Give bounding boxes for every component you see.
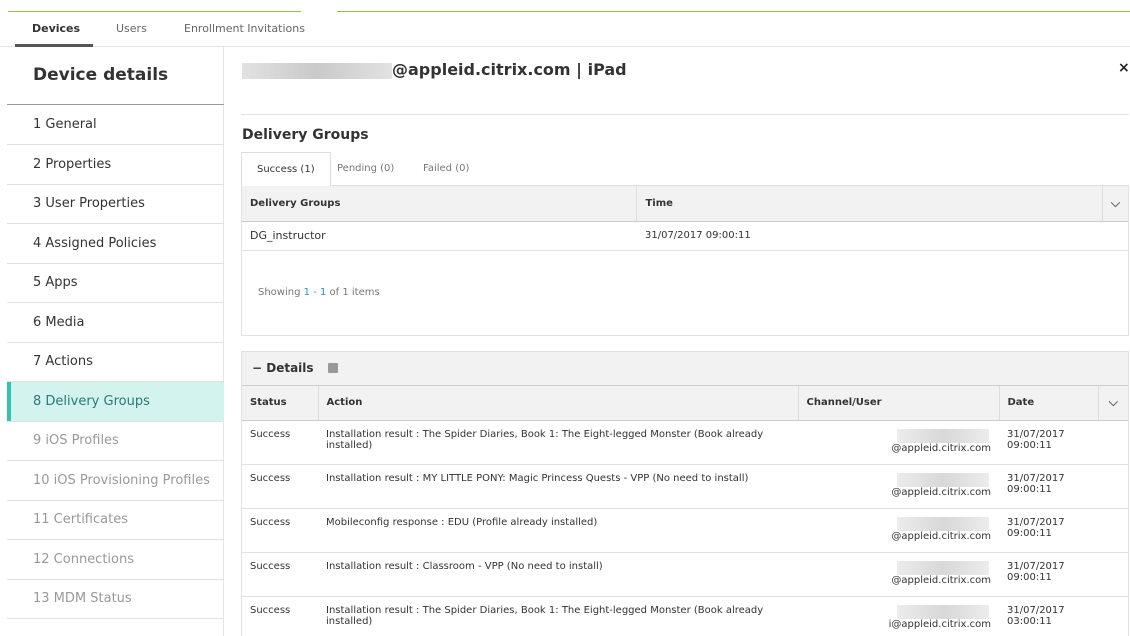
channel-user-text: @appleid.citrix.com: [891, 442, 991, 454]
detail-date: 31/07/2017 03:00:11: [999, 596, 1098, 636]
redacted-username: [897, 604, 989, 619]
sidebar-item[interactable]: 2 Properties: [7, 145, 224, 185]
column-header-time[interactable]: Time: [636, 186, 1103, 222]
delivery-group-name: DG_instructor: [242, 221, 637, 251]
detail-status: Success: [242, 596, 318, 636]
sidebar-item[interactable]: 5 Apps: [7, 263, 224, 303]
column-header-delivery-groups[interactable]: Delivery Groups: [242, 186, 638, 222]
sidebar-item[interactable]: 6 Media: [7, 303, 224, 343]
sidebar-item[interactable]: 9 iOS Profiles: [7, 421, 224, 461]
delivery-groups-table: Delivery Groups Time ⌵ DG_instructor 31/…: [242, 186, 1128, 251]
row-spacer: [1098, 508, 1128, 553]
detail-channel-user: @appleid.citrix.com: [798, 552, 999, 597]
detail-channel-user: @appleid.citrix.com: [798, 464, 999, 509]
detail-status: Success: [242, 552, 318, 597]
row-spacer: [1098, 596, 1128, 636]
column-header-action[interactable]: Action: [318, 386, 799, 421]
detail-action: Installation result : MY LITTLE PONY: Ma…: [318, 464, 798, 509]
delivery-groups-panel: Delivery Groups Time ⌵ DG_instructor 31/…: [241, 186, 1129, 336]
sidebar-item[interactable]: 10 iOS Provisioning Profiles: [7, 461, 224, 501]
detail-date: 31/07/2017 09:00:11: [999, 420, 1098, 465]
detail-date: 31/07/2017 09:00:11: [999, 552, 1098, 597]
delivery-status-tabs: Success (1) Pending (0) Failed (0): [241, 152, 1129, 187]
top-accent-line-left: [8, 11, 301, 12]
table-row[interactable]: Success Installation result : Classroom -…: [242, 552, 1128, 597]
header-divider: [241, 114, 1129, 115]
sidebar-item[interactable]: 12 Connections: [7, 540, 224, 580]
details-toggle[interactable]: − Details: [252, 361, 314, 375]
pagination-range[interactable]: 1 - 1: [304, 287, 327, 298]
table-row[interactable]: Success Installation result : The Spider …: [242, 596, 1128, 636]
detail-channel-user: @appleid.citrix.com: [798, 420, 999, 465]
chevron-down-icon[interactable]: ⌵: [1098, 386, 1128, 421]
detail-status: Success: [242, 420, 318, 465]
redacted-username: [897, 428, 989, 443]
tab-devices[interactable]: Devices: [32, 22, 80, 35]
pagination-info: Showing 1 - 1 of 1 items: [258, 287, 380, 298]
sidebar-item[interactable]: 1 General: [7, 105, 224, 145]
sidebar-item[interactable]: 8 Delivery Groups: [7, 381, 224, 422]
page-title-text: @appleid.citrix.com | iPad: [392, 60, 627, 79]
tab-pending[interactable]: Pending (0): [322, 152, 409, 186]
sidebar-item[interactable]: 7 Actions: [7, 342, 224, 382]
detail-action: Installation result : Classroom - VPP (N…: [318, 552, 798, 597]
detail-date: 31/07/2017 09:00:11: [999, 508, 1098, 553]
detail-channel-user: i@appleid.citrix.com: [798, 596, 999, 636]
page-title: @appleid.citrix.com | iPad: [242, 60, 627, 79]
close-icon[interactable]: ×: [1118, 60, 1130, 76]
sidebar-item[interactable]: 3 User Properties: [7, 184, 224, 224]
sidebar: Device details 1 General 2 Properties 3 Us…: [7, 47, 224, 636]
section-title: Delivery Groups: [242, 127, 369, 143]
sidebar-item[interactable]: 11 Certificates: [7, 500, 224, 540]
pagination-prefix: Showing: [258, 287, 304, 298]
chevron-down-icon[interactable]: ⌵: [1102, 186, 1128, 222]
detail-date: 31/07/2017 09:00:11: [999, 464, 1098, 509]
table-row[interactable]: DG_instructor 31/07/2017 09:00:11: [242, 221, 1128, 251]
redacted-username: [897, 516, 989, 531]
row-spacer: [1098, 420, 1128, 465]
top-accent-line: [337, 11, 1130, 12]
detail-action: Mobileconfig response : EDU (Profile alr…: [318, 508, 798, 553]
tab-enrollment-invitations[interactable]: Enrollment Invitations: [184, 22, 305, 35]
redacted-username: [242, 62, 392, 79]
sidebar-item[interactable]: 4 Assigned Policies: [7, 224, 224, 264]
sidebar-item[interactable]: 13 MDM Status: [7, 579, 224, 619]
channel-user-text: i@appleid.citrix.com: [888, 618, 991, 630]
table-row[interactable]: Success Mobileconfig response : EDU (Prof…: [242, 508, 1128, 553]
tab-failed[interactable]: Failed (0): [408, 152, 484, 186]
sidebar-title: Device details: [33, 65, 169, 85]
row-spacer: [1098, 464, 1128, 509]
row-spacer: [1102, 221, 1128, 251]
pagination-suffix: of 1 items: [326, 287, 380, 298]
details-settings-icon[interactable]: [328, 363, 338, 373]
channel-user-text: @appleid.citrix.com: [891, 486, 991, 498]
top-tabs: Devices Users Enrollment Invitations: [0, 18, 1130, 47]
details-header: − Details: [242, 352, 1128, 386]
detail-action: Installation result : The Spider Diaries…: [318, 596, 798, 636]
detail-action: Installation result : The Spider Diaries…: [318, 420, 798, 465]
tab-users[interactable]: Users: [116, 22, 147, 35]
channel-user-text: @appleid.citrix.com: [891, 530, 991, 542]
details-table: Status Action Channel/User Date ⌵ Succes…: [242, 386, 1128, 636]
details-panel: − Details Status Action Channel/User Dat…: [241, 351, 1129, 636]
channel-user-text: @appleid.citrix.com: [891, 574, 991, 586]
redacted-username: [897, 560, 989, 575]
column-header-channel-user[interactable]: Channel/User: [798, 386, 1000, 421]
row-spacer: [1098, 552, 1128, 597]
redacted-username: [897, 472, 989, 487]
column-header-status[interactable]: Status: [242, 386, 319, 421]
detail-status: Success: [242, 464, 318, 509]
column-header-date[interactable]: Date: [999, 386, 1099, 421]
detail-channel-user: @appleid.citrix.com: [798, 508, 999, 553]
detail-status: Success: [242, 508, 318, 553]
delivery-group-time: 31/07/2017 09:00:11: [636, 221, 1103, 251]
table-row[interactable]: Success Installation result : The Spider …: [242, 420, 1128, 465]
table-row[interactable]: Success Installation result : MY LITTLE P…: [242, 464, 1128, 509]
tab-success[interactable]: Success (1): [241, 152, 331, 187]
